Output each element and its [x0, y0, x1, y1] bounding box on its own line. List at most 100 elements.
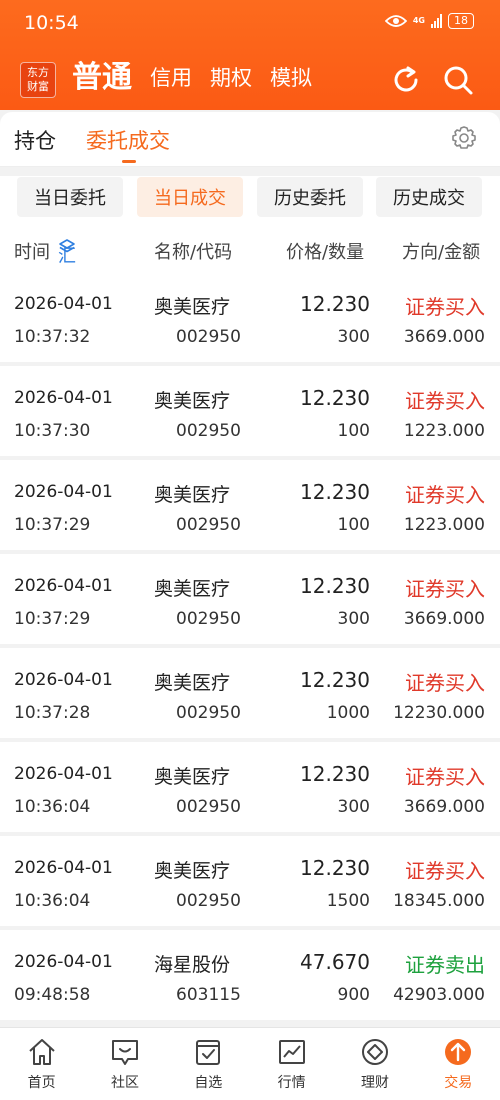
col-name-code: 名称/代码 — [154, 242, 233, 263]
subtab-history-trades[interactable]: 历史成交 — [376, 177, 482, 217]
logo-text-bottom: 财富 — [27, 80, 49, 93]
trade-price: 12.230 — [300, 574, 370, 598]
mode-tab-simulated[interactable]: 模拟 — [270, 58, 312, 98]
stock-code: 002950 — [176, 327, 241, 347]
trade-row[interactable]: 2026-04-01 10:37:32 奥美医疗 002950 12.230 3… — [0, 272, 500, 362]
subtab-today-orders[interactable]: 当日委托 — [17, 177, 123, 217]
nav-label: 交易 — [444, 1075, 473, 1091]
gear-icon[interactable] — [450, 124, 478, 152]
market-icon — [278, 1040, 305, 1064]
trade-list: 2026-04-01 10:37:32 奥美医疗 002950 12.230 3… — [0, 272, 500, 1024]
nav-home[interactable]: 首页 — [0, 1028, 83, 1100]
trade-amount: 1223.000 — [403, 421, 485, 441]
trade-row[interactable]: 2026-04-01 10:36:04 奥美医疗 002950 12.230 3… — [0, 742, 500, 832]
trade-amount: 18345.000 — [393, 891, 485, 911]
trade-row[interactable]: 2026-04-01 10:37:29 奥美医疗 002950 12.230 1… — [0, 460, 500, 550]
trade-price: 12.230 — [300, 386, 370, 410]
trade-row[interactable]: 2026-04-01 10:36:04 奥美医疗 002950 12.230 1… — [0, 836, 500, 926]
mode-tab-credit[interactable]: 信用 — [150, 58, 192, 98]
trade-row[interactable]: 2026-04-01 10:37:28 奥美医疗 002950 12.230 1… — [0, 648, 500, 738]
mode-tab-normal[interactable]: 普通 — [72, 58, 132, 98]
trade-price: 12.230 — [300, 856, 370, 880]
trade-direction: 证券买入 — [405, 483, 485, 507]
stock-code: 002950 — [176, 609, 241, 629]
network-type: 4G — [412, 16, 425, 25]
search-icon[interactable] — [442, 64, 474, 96]
trade-time: 10:37:32 — [14, 327, 91, 347]
trade-price: 12.230 — [300, 668, 370, 692]
tab-positions[interactable]: 持仓 — [14, 125, 56, 155]
stock-name: 奥美医疗 — [154, 672, 231, 694]
trade-price: 12.230 — [300, 292, 370, 316]
trade-price: 47.670 — [300, 950, 370, 974]
trade-quantity: 300 — [337, 327, 370, 347]
trade-row[interactable]: 2026-04-01 10:37:30 奥美医疗 002950 12.230 1… — [0, 366, 500, 456]
community-icon — [111, 1040, 138, 1065]
sub-tabs: 当日委托 当日成交 历史委托 历史成交 — [0, 176, 500, 234]
trade-time: 10:37:29 — [14, 609, 91, 629]
eye-icon — [384, 15, 407, 27]
top-tabs: 持仓 委托成交 — [0, 112, 500, 167]
trade-direction: 证券买入 — [405, 765, 485, 789]
trade-direction: 证券卖出 — [405, 953, 485, 977]
nav-wealth[interactable]: 理财 — [333, 1028, 416, 1100]
trade-date: 2026-04-01 — [14, 858, 113, 878]
stock-code: 002950 — [176, 797, 241, 817]
trade-price: 12.230 — [300, 762, 370, 786]
stock-name: 奥美医疗 — [154, 578, 231, 600]
refresh-icon[interactable] — [390, 64, 422, 96]
trade-row[interactable]: 2026-04-01 10:37:29 奥美医疗 002950 12.230 3… — [0, 554, 500, 644]
stock-code: 002950 — [176, 421, 241, 441]
nav-community[interactable]: 社区 — [83, 1028, 166, 1100]
status-time: 10:54 — [24, 12, 79, 34]
app-header: 10:54 4G 18 东方 财富 普通 信用 期权 模拟 — [0, 0, 500, 110]
tab-orders-trades[interactable]: 委托成交 — [86, 125, 170, 155]
trade-row[interactable]: 2026-04-01 09:48:58 海星股份 603115 47.670 9… — [0, 930, 500, 1020]
signal-icon — [431, 14, 442, 28]
trade-date: 2026-04-01 — [14, 764, 113, 784]
trade-direction: 证券买入 — [405, 859, 485, 883]
mode-tab-options[interactable]: 期权 — [210, 58, 252, 98]
watchlist-icon — [196, 1040, 221, 1065]
subtab-history-orders[interactable]: 历史委托 — [257, 177, 363, 217]
trade-quantity: 300 — [337, 609, 370, 629]
trade-time: 10:36:04 — [14, 891, 91, 911]
nav-watchlist[interactable]: 自选 — [167, 1028, 250, 1100]
trade-quantity: 1500 — [326, 891, 370, 911]
nav-label: 自选 — [194, 1075, 223, 1091]
trade-amount: 3669.000 — [403, 327, 485, 347]
col-direction-amount: 方向/金额 — [402, 242, 481, 263]
active-tab-indicator — [122, 160, 136, 163]
subtab-today-trades[interactable]: 当日成交 — [137, 177, 243, 217]
stock-name: 奥美医疗 — [154, 296, 231, 318]
summary-toggle[interactable]: 汇总 — [58, 238, 76, 293]
trade-direction: 证券买入 — [405, 671, 485, 695]
trade-date: 2026-04-01 — [14, 670, 113, 690]
trade-date: 2026-04-01 — [14, 952, 113, 972]
trade-amount: 1223.000 — [403, 515, 485, 535]
nav-trade[interactable]: 交易 — [417, 1028, 500, 1100]
stock-name: 奥美医疗 — [154, 766, 231, 788]
stock-code: 603115 — [176, 985, 241, 1005]
trade-date: 2026-04-01 — [14, 388, 113, 408]
app-logo[interactable]: 东方 财富 — [20, 62, 56, 98]
trade-direction: 证券买入 — [405, 577, 485, 601]
trade-quantity: 900 — [337, 985, 370, 1005]
trade-panel: 持仓 委托成交 — [0, 112, 500, 167]
trade-time: 09:48:58 — [14, 985, 91, 1005]
column-headers: 时间 汇总 名称/代码 价格/数量 方向/金额 — [0, 234, 500, 293]
stock-code: 002950 — [176, 515, 241, 535]
trade-icon — [445, 1039, 472, 1065]
trade-time: 10:36:04 — [14, 797, 91, 817]
nav-market[interactable]: 行情 — [250, 1028, 333, 1100]
trade-amount: 12230.000 — [393, 703, 485, 723]
bottom-nav: 首页 社区 自选 行情 理财 交易 — [0, 1027, 500, 1100]
col-time: 时间 — [14, 242, 50, 263]
account-mode-tabs: 普通 信用 期权 模拟 — [72, 58, 330, 98]
trade-date: 2026-04-01 — [14, 576, 113, 596]
nav-label: 行情 — [277, 1075, 306, 1091]
logo-text-top: 东方 — [27, 66, 49, 79]
nav-label: 首页 — [27, 1075, 56, 1091]
nav-label: 理财 — [360, 1075, 389, 1091]
trade-time: 10:37:29 — [14, 515, 91, 535]
